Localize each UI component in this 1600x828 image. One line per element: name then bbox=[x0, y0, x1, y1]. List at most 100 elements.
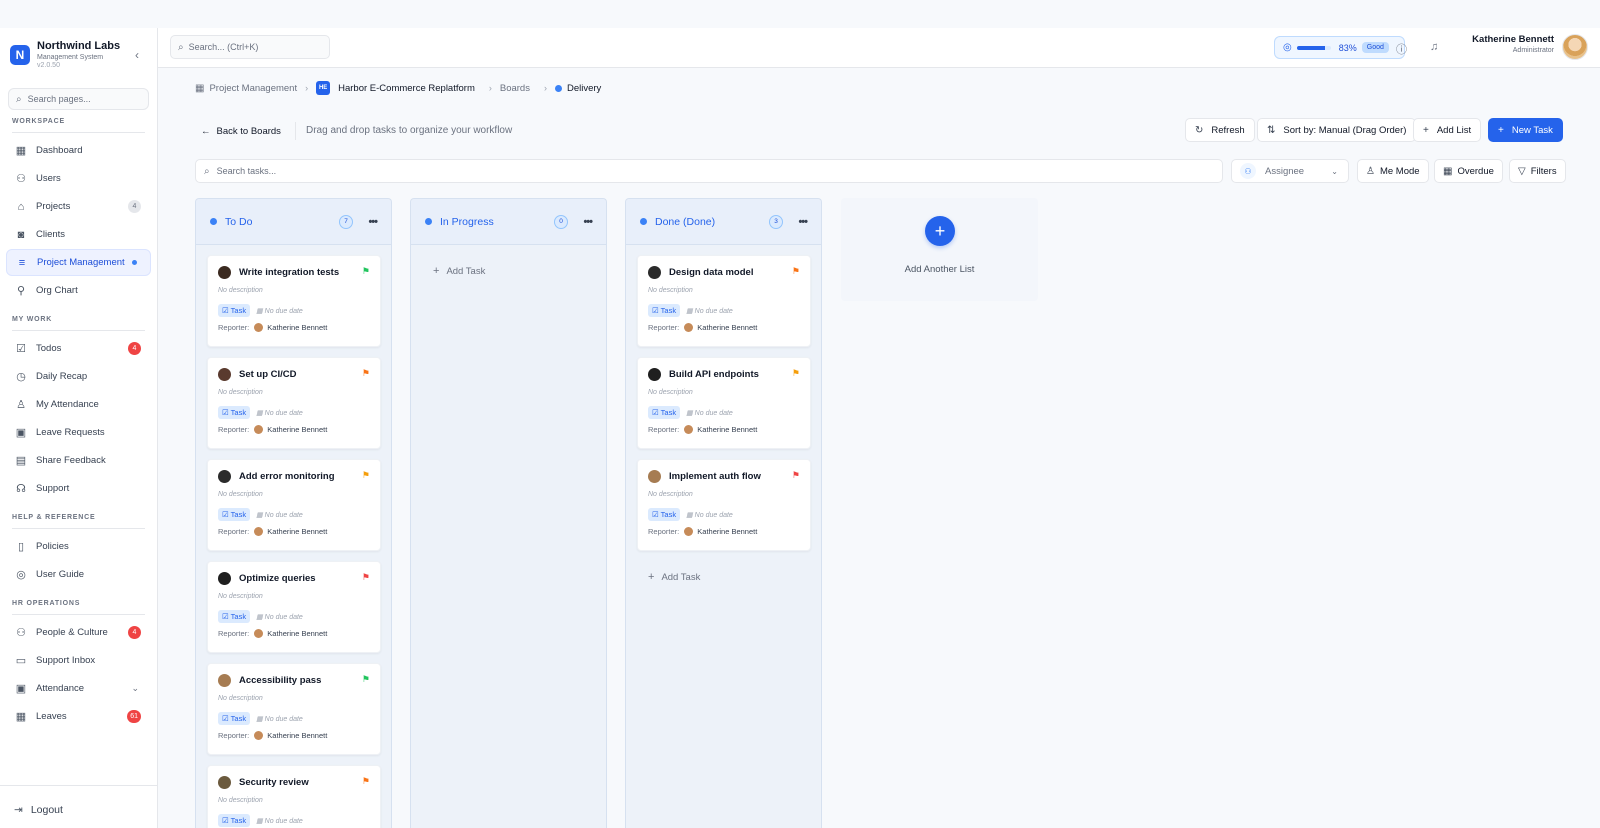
sidebar-item-clients[interactable]: ◙ Clients bbox=[6, 221, 151, 248]
filters-button[interactable]: ▽ Filters bbox=[1509, 159, 1566, 183]
add-task-button[interactable]: + Add Task bbox=[648, 571, 700, 583]
task-type-label: Task bbox=[660, 510, 677, 519]
task-card[interactable]: Optimize queries ⚑ No description ☑ Task ▦ N… bbox=[207, 561, 381, 653]
task-card[interactable]: Accessibility pass ⚑ No description ☑ Task ▦… bbox=[207, 663, 381, 755]
assignee-avatar bbox=[218, 776, 231, 789]
sidebar-item-users[interactable]: ⚇ Users bbox=[6, 165, 151, 192]
assignee-avatar bbox=[648, 368, 661, 381]
reporter-avatar bbox=[254, 731, 264, 740]
task-title: Write integration tests bbox=[239, 267, 340, 278]
column-count-badge: 3 bbox=[769, 214, 783, 229]
breadcrumb-project[interactable]: Harbor E-Commerce Replatform bbox=[338, 83, 475, 94]
logout-button[interactable]: ⇥ Logout bbox=[14, 804, 63, 816]
sidebar-item-people-culture[interactable]: ⚇ People & Culture 4 bbox=[6, 619, 151, 646]
sidebar-item-project-management[interactable]: ≡ Project Management bbox=[6, 249, 151, 276]
task-card[interactable]: Write integration tests ⚑ No description ☑ … bbox=[207, 255, 381, 347]
calendar-icon: ▦ bbox=[256, 307, 263, 315]
add-task-button[interactable]: + Add Task bbox=[433, 265, 485, 277]
back-to-boards-button[interactable]: ← Back to Boards bbox=[195, 121, 287, 141]
users-icon: ⚇ bbox=[1240, 163, 1256, 179]
projects-count-badge: 4 bbox=[128, 200, 141, 213]
breadcrumb-boards[interactable]: Boards bbox=[500, 83, 530, 94]
due-date: ▦ No due date bbox=[256, 817, 303, 825]
task-card[interactable]: Security review ⚑ No description ☑ Task ▦ No… bbox=[207, 765, 381, 828]
reporter-label: Reporter: bbox=[648, 425, 680, 434]
reporter: Reporter: Katherine Bennett bbox=[648, 323, 800, 332]
board-toolbar: ← Back to Boards Drag and drop tasks to o… bbox=[195, 118, 1565, 144]
breadcrumb-root[interactable]: Project Management bbox=[209, 83, 297, 94]
sidebar-item-leaves[interactable]: ▦ Leaves 61 bbox=[6, 703, 151, 730]
performance-indicator[interactable]: ◎ 83% Good bbox=[1274, 36, 1405, 59]
reporter: Reporter: Katherine Bennett bbox=[218, 527, 370, 536]
sidebar-item-todos[interactable]: ☑ Todos 4 bbox=[6, 335, 151, 362]
assignee-select[interactable]: ⚇ Assignee ⌄ bbox=[1231, 159, 1349, 183]
column-header[interactable]: Done (Done) 3 ••• bbox=[626, 199, 821, 245]
task-card[interactable]: Implement auth flow ⚑ No description ☑ Task… bbox=[637, 459, 811, 551]
task-description: No description bbox=[218, 797, 263, 804]
add-list-button[interactable]: + Add List bbox=[1413, 118, 1482, 142]
sidebar-item-daily-recap[interactable]: ◷ Daily Recap bbox=[6, 363, 151, 390]
sidebar-item-org-chart[interactable]: ⚲ Org Chart bbox=[6, 277, 151, 304]
sidebar-item-projects[interactable]: ⌂ Projects 4 bbox=[6, 193, 151, 220]
task-type-label: Task bbox=[660, 306, 677, 315]
global-search-input[interactable]: ⌕ Search... (Ctrl+K) bbox=[170, 35, 330, 59]
new-task-button[interactable]: + New Task bbox=[1488, 118, 1563, 142]
brand-logo: N bbox=[10, 45, 30, 65]
more-options-icon[interactable]: ••• bbox=[798, 216, 808, 228]
bell-icon[interactable]: ♫ bbox=[1430, 41, 1438, 53]
reporter-avatar bbox=[254, 425, 264, 434]
assignee-avatar bbox=[218, 674, 231, 687]
chevron-right-icon: › bbox=[488, 83, 492, 93]
refresh-button[interactable]: ↻ Refresh bbox=[1185, 118, 1255, 142]
sidebar-item-support-inbox[interactable]: ▭ Support Inbox bbox=[6, 647, 151, 674]
performance-bar bbox=[1296, 45, 1331, 50]
avatar[interactable] bbox=[1562, 34, 1588, 60]
assignee-label: Assignee bbox=[1265, 165, 1305, 177]
add-another-list[interactable]: + Add Another List bbox=[841, 198, 1038, 301]
column-count-badge: 0 bbox=[554, 214, 568, 229]
sidebar-item-policies[interactable]: ▯ Policies bbox=[6, 533, 151, 560]
task-card[interactable]: Set up CI/CD ⚑ No description ☑ Task ▦ No du… bbox=[207, 357, 381, 449]
due-date-label: No due date bbox=[694, 307, 733, 315]
task-title: Implement auth flow bbox=[669, 471, 761, 482]
overdue-button[interactable]: ▦ Overdue bbox=[1434, 159, 1503, 183]
sidebar-item-label: Share Feedback bbox=[36, 455, 106, 466]
user-menu[interactable]: Katherine Bennett Administrator bbox=[1472, 34, 1554, 54]
sidebar-item-support[interactable]: ☊ Support bbox=[6, 475, 151, 502]
reporter-name: Katherine Bennett bbox=[697, 527, 758, 536]
task-description: No description bbox=[648, 389, 693, 396]
assignee-avatar bbox=[218, 572, 231, 585]
reporter-avatar bbox=[254, 527, 264, 536]
task-title: Security review bbox=[239, 777, 309, 788]
task-card[interactable]: Add error monitoring ⚑ No description ☑ Tas… bbox=[207, 459, 381, 551]
due-date: ▦ No due date bbox=[686, 307, 733, 315]
calendar-icon: ▦ bbox=[686, 511, 693, 519]
collapse-sidebar-icon[interactable]: ‹ bbox=[135, 48, 139, 62]
column-header[interactable]: To Do 7 ••• bbox=[196, 199, 391, 245]
add-list-plus-icon[interactable]: + bbox=[925, 216, 955, 246]
me-mode-button[interactable]: ♙ Me Mode bbox=[1357, 159, 1429, 183]
task-type-badge: ☑ Task bbox=[218, 610, 251, 623]
sidebar-search-input[interactable]: ⌕ Search pages... bbox=[8, 88, 149, 110]
sidebar-item-share-feedback[interactable]: ▤ Share Feedback bbox=[6, 447, 151, 474]
sidebar-item-user-guide[interactable]: ◎ User Guide bbox=[6, 561, 151, 588]
task-search-placeholder: Search tasks... bbox=[216, 166, 277, 176]
arrow-left-icon: ← bbox=[201, 125, 211, 137]
task-title: Accessibility pass bbox=[239, 675, 322, 686]
help-icon[interactable]: ⓘ bbox=[1396, 41, 1407, 57]
sidebar-item-leave-requests[interactable]: ▣ Leave Requests bbox=[6, 419, 151, 446]
board-hint: Drag and drop tasks to organize your wor… bbox=[306, 125, 513, 136]
more-options-icon[interactable]: ••• bbox=[583, 216, 593, 228]
sidebar-item-attendance[interactable]: ▣ Attendance ⌄ bbox=[6, 675, 151, 702]
reporter-label: Reporter: bbox=[218, 629, 250, 638]
column-header[interactable]: In Progress 0 ••• bbox=[411, 199, 606, 245]
more-options-icon[interactable]: ••• bbox=[368, 216, 378, 228]
sort-button[interactable]: ⇅ Sort by: Manual (Drag Order) bbox=[1257, 118, 1417, 142]
reporter-name: Katherine Bennett bbox=[267, 323, 328, 332]
task-card[interactable]: Design data model ⚑ No description ☑ Task ▦ … bbox=[637, 255, 811, 347]
task-type-badge: ☑ Task bbox=[218, 712, 251, 725]
sidebar-item-my-attendance[interactable]: ♙ My Attendance bbox=[6, 391, 151, 418]
task-card[interactable]: Build API endpoints ⚑ No description ☑ Task… bbox=[637, 357, 811, 449]
sidebar-item-dashboard[interactable]: ▦ Dashboard bbox=[6, 137, 151, 164]
task-search-input[interactable]: ⌕ Search tasks... bbox=[195, 159, 1223, 183]
